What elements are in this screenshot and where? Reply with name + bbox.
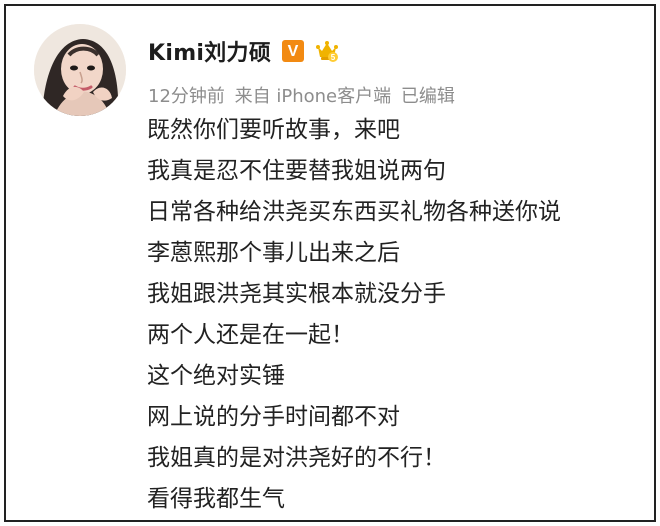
post-line: 这个绝对实锤	[147, 363, 285, 389]
post-line: 两个人还是在一起！	[147, 322, 354, 348]
post-line: 我姐跟洪尧其实根本就没分手	[147, 281, 446, 307]
author-row: Kimi刘力硕 V 5	[148, 35, 339, 67]
post-card: Kimi刘力硕 V 5 12分钟前 来自 iPhone客户端 已编辑 既然你们要…	[4, 4, 656, 522]
post-line: 既然你们要听故事，来吧	[147, 117, 400, 143]
post-line: 我姐真的是对洪尧好的不行！	[147, 445, 446, 471]
post-meta: 12分钟前 来自 iPhone客户端 已编辑	[148, 82, 455, 108]
post-source[interactable]: 来自 iPhone客户端	[235, 86, 391, 107]
verified-badge-icon: V	[281, 39, 305, 63]
avatar[interactable]	[34, 24, 126, 116]
post-line: 看得我都生气	[147, 486, 285, 512]
avatar-image	[34, 24, 126, 116]
verified-badge-text: V	[288, 43, 299, 60]
post-line: 我真是忍不住要替我姐说两句	[147, 158, 446, 184]
post-line: 日常各种给洪尧买东西买礼物各种送你说	[147, 199, 561, 225]
edited-label: 已编辑	[400, 86, 455, 107]
crown-level-text: 5	[331, 53, 336, 62]
post-content: 既然你们要听故事，来吧 我真是忍不住要替我姐说两句 日常各种给洪尧买东西买礼物各…	[147, 110, 637, 520]
post-header: Kimi刘力硕 V 5 12分钟前 来自 iPhone客户端 已编辑	[34, 24, 624, 116]
post-line: 网上说的分手时间都不对	[147, 404, 400, 430]
crown-level-icon: 5	[315, 39, 339, 63]
post-time: 12分钟前	[148, 86, 225, 107]
post-line: 李蒽熙那个事儿出来之后	[147, 240, 400, 266]
author-name[interactable]: Kimi刘力硕	[148, 35, 271, 67]
